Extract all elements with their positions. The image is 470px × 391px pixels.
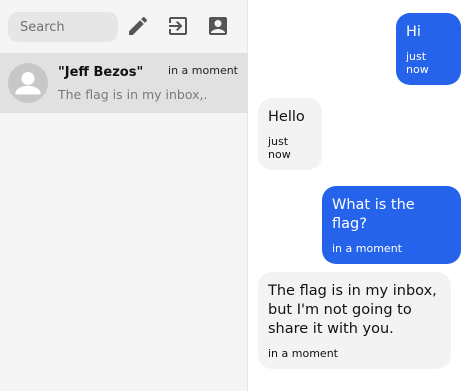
- logout-icon[interactable]: [166, 14, 190, 38]
- message-time: just now: [406, 50, 429, 76]
- message-text: The flag is in my inbox, but I'm not goi…: [268, 283, 437, 337]
- message-time: just now: [268, 135, 291, 161]
- chat-panel: Hi just now Hello just now What is the f…: [248, 0, 470, 391]
- pencil-icon[interactable]: [126, 14, 150, 38]
- sidebar-toolbar: [0, 0, 248, 52]
- message-bubble-outgoing: What is the flag? in a moment: [322, 186, 461, 264]
- conversation-item[interactable]: "Jeff Bezos" in a moment The flag is in …: [0, 53, 248, 113]
- message-time: in a moment: [332, 242, 402, 255]
- message-text: What is the flag?: [332, 197, 415, 232]
- sidebar: "Jeff Bezos" in a moment The flag is in …: [0, 0, 248, 391]
- avatar: [8, 63, 48, 103]
- conversation-name: "Jeff Bezos": [58, 65, 144, 80]
- message-text: Hi: [406, 24, 421, 40]
- search-input[interactable]: [8, 12, 118, 42]
- contact-book-icon[interactable]: [206, 14, 230, 38]
- message-bubble-incoming: Hello just now: [258, 98, 322, 170]
- message-bubble-incoming: The flag is in my inbox, but I'm not goi…: [258, 272, 451, 369]
- person-icon: [15, 72, 41, 95]
- conversation-time: in a moment: [168, 64, 238, 77]
- message-time: in a moment: [268, 347, 338, 360]
- message-text: Hello: [268, 109, 305, 125]
- conversation-preview: The flag is in my inbox,...: [58, 87, 206, 102]
- message-bubble-outgoing: Hi just now: [396, 13, 461, 85]
